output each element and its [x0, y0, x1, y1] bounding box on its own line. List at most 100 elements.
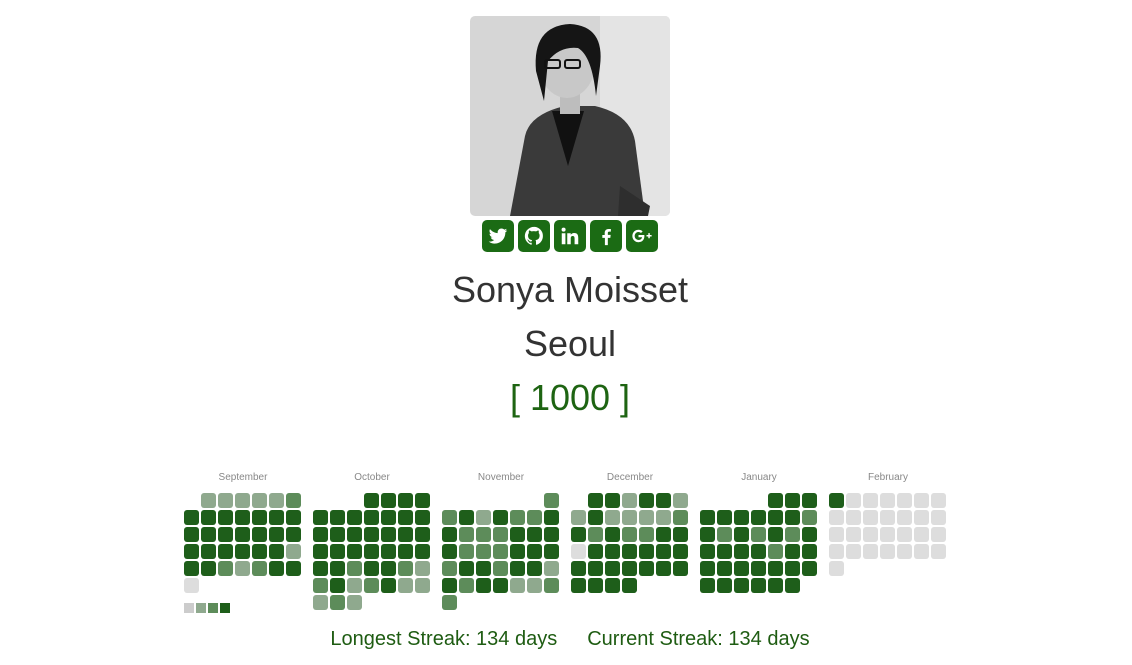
day-cell[interactable]	[622, 510, 637, 525]
day-cell[interactable]	[571, 527, 586, 542]
day-cell[interactable]	[493, 510, 508, 525]
day-cell[interactable]	[269, 493, 284, 508]
day-cell[interactable]	[347, 527, 362, 542]
day-cell[interactable]	[313, 527, 328, 542]
day-cell[interactable]	[700, 561, 715, 576]
day-cell[interactable]	[802, 544, 817, 559]
day-cell[interactable]	[846, 527, 861, 542]
day-cell[interactable]	[802, 561, 817, 576]
day-cell[interactable]	[381, 493, 396, 508]
day-cell[interactable]	[313, 561, 328, 576]
day-cell[interactable]	[829, 561, 844, 576]
day-cell[interactable]	[768, 578, 783, 593]
day-cell[interactable]	[201, 510, 216, 525]
day-cell[interactable]	[734, 561, 749, 576]
day-cell[interactable]	[656, 510, 671, 525]
day-cell[interactable]	[415, 561, 430, 576]
day-cell[interactable]	[218, 561, 233, 576]
github-link[interactable]	[518, 220, 550, 252]
day-cell[interactable]	[184, 578, 199, 593]
day-cell[interactable]	[330, 527, 345, 542]
day-cell[interactable]	[802, 510, 817, 525]
day-cell[interactable]	[269, 561, 284, 576]
day-cell[interactable]	[931, 527, 946, 542]
day-cell[interactable]	[269, 527, 284, 542]
day-cell[interactable]	[751, 510, 766, 525]
day-cell[interactable]	[415, 578, 430, 593]
day-cell[interactable]	[330, 578, 345, 593]
day-cell[interactable]	[717, 510, 732, 525]
day-cell[interactable]	[269, 544, 284, 559]
day-cell[interactable]	[252, 561, 267, 576]
day-cell[interactable]	[330, 510, 345, 525]
facebook-link[interactable]	[590, 220, 622, 252]
day-cell[interactable]	[734, 578, 749, 593]
day-cell[interactable]	[605, 561, 620, 576]
day-cell[interactable]	[476, 544, 491, 559]
day-cell[interactable]	[330, 544, 345, 559]
day-cell[interactable]	[717, 561, 732, 576]
day-cell[interactable]	[673, 493, 688, 508]
day-cell[interactable]	[235, 493, 250, 508]
day-cell[interactable]	[286, 493, 301, 508]
day-cell[interactable]	[639, 493, 654, 508]
day-cell[interactable]	[184, 561, 199, 576]
day-cell[interactable]	[846, 493, 861, 508]
day-cell[interactable]	[673, 510, 688, 525]
day-cell[interactable]	[802, 527, 817, 542]
day-cell[interactable]	[476, 561, 491, 576]
day-cell[interactable]	[829, 493, 844, 508]
day-cell[interactable]	[717, 544, 732, 559]
day-cell[interactable]	[286, 561, 301, 576]
day-cell[interactable]	[588, 544, 603, 559]
day-cell[interactable]	[235, 544, 250, 559]
day-cell[interactable]	[442, 510, 457, 525]
day-cell[interactable]	[931, 510, 946, 525]
day-cell[interactable]	[313, 544, 328, 559]
day-cell[interactable]	[527, 578, 542, 593]
day-cell[interactable]	[863, 510, 878, 525]
day-cell[interactable]	[880, 493, 895, 508]
day-cell[interactable]	[622, 561, 637, 576]
day-cell[interactable]	[605, 578, 620, 593]
day-cell[interactable]	[863, 493, 878, 508]
day-cell[interactable]	[218, 527, 233, 542]
day-cell[interactable]	[571, 561, 586, 576]
day-cell[interactable]	[269, 510, 284, 525]
day-cell[interactable]	[415, 527, 430, 542]
day-cell[interactable]	[252, 527, 267, 542]
day-cell[interactable]	[768, 493, 783, 508]
day-cell[interactable]	[768, 527, 783, 542]
day-cell[interactable]	[846, 510, 861, 525]
day-cell[interactable]	[897, 527, 912, 542]
twitter-link[interactable]	[482, 220, 514, 252]
day-cell[interactable]	[459, 561, 474, 576]
day-cell[interactable]	[415, 510, 430, 525]
day-cell[interactable]	[442, 595, 457, 610]
day-cell[interactable]	[588, 578, 603, 593]
day-cell[interactable]	[673, 561, 688, 576]
day-cell[interactable]	[656, 561, 671, 576]
day-cell[interactable]	[734, 527, 749, 542]
day-cell[interactable]	[914, 493, 929, 508]
day-cell[interactable]	[931, 493, 946, 508]
day-cell[interactable]	[880, 527, 895, 542]
day-cell[interactable]	[493, 527, 508, 542]
day-cell[interactable]	[218, 510, 233, 525]
day-cell[interactable]	[897, 493, 912, 508]
day-cell[interactable]	[897, 544, 912, 559]
day-cell[interactable]	[544, 493, 559, 508]
day-cell[interactable]	[544, 510, 559, 525]
day-cell[interactable]	[459, 527, 474, 542]
day-cell[interactable]	[201, 544, 216, 559]
day-cell[interactable]	[751, 544, 766, 559]
day-cell[interactable]	[656, 527, 671, 542]
day-cell[interactable]	[459, 510, 474, 525]
day-cell[interactable]	[768, 544, 783, 559]
day-cell[interactable]	[527, 527, 542, 542]
day-cell[interactable]	[313, 595, 328, 610]
day-cell[interactable]	[829, 544, 844, 559]
day-cell[interactable]	[846, 544, 861, 559]
day-cell[interactable]	[442, 544, 457, 559]
day-cell[interactable]	[914, 544, 929, 559]
